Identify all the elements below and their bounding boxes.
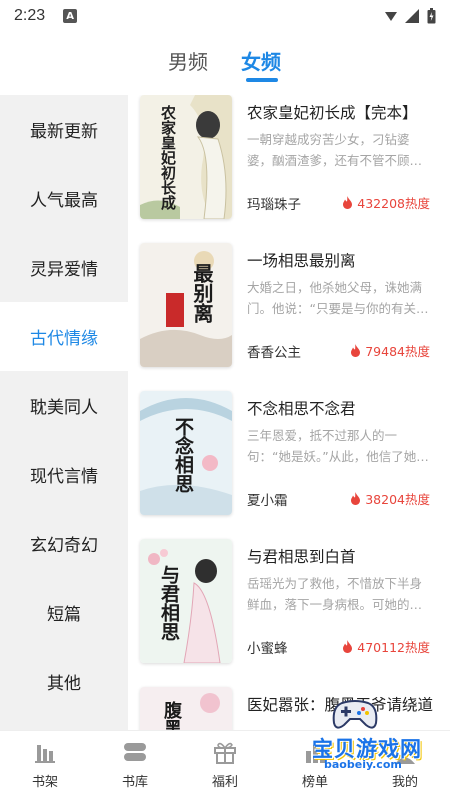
book-author: 小蜜蜂	[247, 641, 288, 657]
heat-value: 79484热度	[365, 344, 430, 359]
book-heat: 432208热度	[342, 193, 430, 212]
book-author: 夏小霜	[247, 493, 288, 509]
channel-tabs: 男频 女频	[0, 36, 450, 86]
sidebar-item-label: 现代言情	[30, 467, 98, 487]
book-description: 岳瑶光为了救他，不惜放下半身鲜血，落下一身病根。可她的…	[247, 576, 423, 612]
flame-icon	[351, 492, 361, 505]
book-description: 三年恩爱，抵不过那人的一句：“她是妖。”从此，他信了她…	[247, 428, 429, 464]
status-icons	[385, 8, 436, 24]
category-sidebar: 最新更新 人气最高 灵异爱情 古代情缘 耽美同人 现代言情 玄幻奇幻 短篇 其他	[0, 95, 128, 730]
book-cover[interactable]: 与君相思	[140, 539, 232, 663]
watermark: 宝贝游戏网 baobeiy.com	[312, 695, 450, 775]
sidebar-item-danmei[interactable]: 耽美同人	[0, 371, 128, 440]
book-heat: 79484热度	[350, 341, 430, 360]
signal-icon	[385, 12, 397, 21]
book-item[interactable]: 农家皇妃初长成 农家皇妃初长成【完本】 一朝穿越成穷苦少女，刁钻婆婆，酗酒渣爹，…	[128, 95, 450, 245]
sidebar-item-fantasy[interactable]: 玄幻奇幻	[0, 509, 128, 578]
book-heat: 38204热度	[350, 489, 430, 508]
nav-label: 书库	[121, 775, 148, 790]
library-icon	[124, 743, 146, 761]
tab-female[interactable]: 女频	[241, 46, 281, 75]
sidebar-item-label: 短篇	[47, 605, 81, 625]
watermark-url: baobeiy.com	[324, 758, 402, 771]
flame-icon	[343, 640, 353, 653]
sidebar-item-label: 玄幻奇幻	[30, 536, 98, 556]
nav-welfare[interactable]: 福利	[190, 739, 260, 790]
cover-title: 与君相思	[158, 565, 180, 641]
flame-icon	[351, 344, 361, 357]
book-cover[interactable]: 不念相思	[140, 391, 232, 515]
tab-active-indicator	[246, 78, 278, 82]
book-cover[interactable]: 腹黑	[140, 687, 232, 730]
cellular-icon	[405, 9, 419, 23]
nav-bookshelf[interactable]: 书架	[10, 739, 80, 790]
gamepad-icon	[332, 700, 378, 729]
heat-value: 432208热度	[357, 196, 430, 211]
cover-art-image	[140, 243, 232, 367]
status-time: 2:23	[14, 7, 46, 24]
book-title: 不念相思不念君	[247, 400, 356, 418]
gift-icon	[214, 742, 236, 764]
cover-art-image	[140, 95, 232, 219]
sidebar-item-ancient[interactable]: 古代情缘	[0, 302, 128, 371]
sidebar-item-latest[interactable]: 最新更新	[0, 95, 128, 164]
nav-label: 福利	[211, 775, 238, 790]
sidebar-item-other[interactable]: 其他	[0, 647, 128, 716]
cover-title: 不念相思	[172, 417, 194, 493]
sidebar-item-modern[interactable]: 现代言情	[0, 440, 128, 509]
flame-icon	[343, 196, 353, 209]
sidebar-item-short[interactable]: 短篇	[0, 578, 128, 647]
book-item[interactable]: 不念相思 不念相思不念君 三年恩爱，抵不过那人的一句：“她是妖。”从此，他信了她…	[128, 391, 450, 541]
book-item[interactable]: 与君相思 与君相思到白首 岳瑶光为了救他，不惜放下半身鲜血，落下一身病根。可她的…	[128, 539, 450, 689]
nav-library[interactable]: 书库	[100, 739, 170, 790]
book-heat: 470112热度	[342, 637, 430, 656]
sidebar-item-label: 耽美同人	[30, 398, 98, 418]
book-cover[interactable]: 农家皇妃初长成	[140, 95, 232, 219]
book-list: 农家皇妃初长成 农家皇妃初长成【完本】 一朝穿越成穷苦少女，刁钻婆婆，酗酒渣爹，…	[128, 95, 450, 730]
book-title: 一场相思最别离	[247, 252, 356, 270]
cover-art-image	[140, 687, 232, 730]
book-description: 一朝穿越成穷苦少女，刁钻婆婆，酗酒渣爹，还有不管不顾…	[247, 132, 423, 168]
book-title: 农家皇妃初长成【完本】	[247, 104, 418, 122]
cover-title: 农家皇妃初长成	[159, 105, 177, 210]
book-item[interactable]: 最别离 一场相思最别离 大婚之日，他杀她父母，诛她满门。他说：“只要是与你的有关…	[128, 243, 450, 393]
book-author: 香香公主	[247, 345, 301, 361]
nav-label: 我的	[391, 775, 418, 790]
sidebar-item-label: 古代情缘	[30, 329, 98, 349]
heat-value: 38204热度	[365, 492, 430, 507]
book-title: 与君相思到白首	[247, 548, 356, 566]
battery-icon	[427, 8, 436, 24]
book-description: 大婚之日，他杀她父母，诛她满门。他说：“只要是与你的有关…	[247, 280, 429, 316]
tab-male[interactable]: 男频	[168, 46, 208, 75]
sidebar-item-popular[interactable]: 人气最高	[0, 164, 128, 233]
book-cover[interactable]: 最别离	[140, 243, 232, 367]
notification-icon: A	[63, 9, 78, 23]
cover-title: 腹黑	[161, 701, 182, 730]
nav-label: 书架	[31, 775, 58, 790]
cover-title: 最别离	[190, 263, 214, 323]
nav-label: 榜单	[301, 775, 328, 790]
status-bar: 2:23 A	[0, 0, 450, 32]
cover-art-image	[140, 539, 232, 663]
app-screen: 2:23 A 男频 女频 最新更新 人气最高 灵异爱情 古代情缘 耽美同人 现代…	[0, 0, 450, 800]
book-author: 玛瑙珠子	[247, 197, 301, 213]
sidebar-item-label: 其他	[47, 674, 81, 694]
sidebar-item-supernatural[interactable]: 灵异爱情	[0, 233, 128, 302]
sidebar-item-label: 最新更新	[30, 122, 98, 142]
sidebar-item-label: 人气最高	[30, 191, 98, 211]
heat-value: 470112热度	[357, 640, 430, 655]
bookshelf-icon	[35, 745, 55, 763]
sidebar-item-label: 灵异爱情	[30, 260, 98, 280]
